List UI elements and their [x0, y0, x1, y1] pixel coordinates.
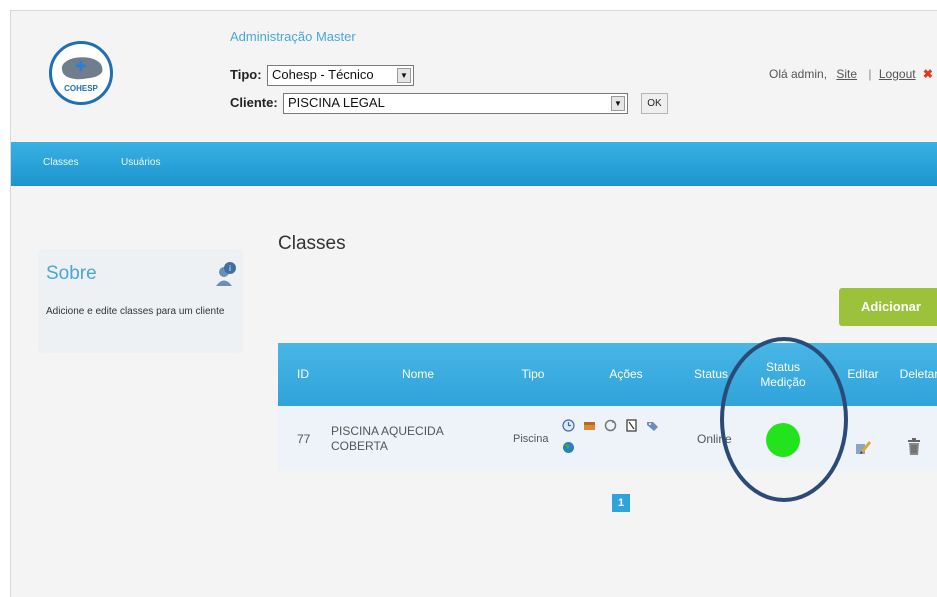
- refresh-icon[interactable]: [604, 419, 617, 432]
- user-area: Olá admin, Site | Logout ✖: [769, 67, 933, 81]
- header-id: ID: [297, 367, 309, 381]
- sobre-panel: Sobre i Adicione e edite classes para um…: [38, 249, 243, 353]
- cell-acoes: [562, 419, 672, 457]
- page-title: Classes: [278, 233, 346, 254]
- header-nome: Nome: [401, 367, 434, 381]
- separator: |: [868, 67, 872, 81]
- ok-button[interactable]: OK: [641, 93, 668, 114]
- header-deletar: Deletar: [899, 367, 937, 381]
- header-tipo: Tipo: [521, 367, 545, 381]
- tipo-select-value: Cohesp - Técnico: [272, 67, 374, 82]
- edit-pencil-icon[interactable]: [854, 438, 872, 456]
- tag-icon[interactable]: [646, 419, 659, 432]
- greeting: Olá admin,: [769, 67, 828, 81]
- nav-item-classes[interactable]: Classes: [43, 157, 79, 168]
- header: ✚ COHESP Administração Master Tipo: Cohe…: [11, 11, 937, 141]
- logo-text: COHESP: [64, 84, 98, 93]
- chevron-down-icon[interactable]: ▼: [611, 96, 625, 111]
- admin-title: Administração Master: [230, 29, 356, 44]
- nav-bar: Classes Usuários: [11, 142, 937, 186]
- cell-tipo: Piscina: [513, 432, 549, 445]
- tipo-select[interactable]: Cohesp - Técnico ▼: [267, 65, 414, 86]
- chevron-down-icon[interactable]: ▼: [397, 68, 411, 83]
- clock-icon[interactable]: [562, 419, 575, 432]
- cliente-label: Cliente:: [230, 95, 278, 110]
- nav-item-usuarios[interactable]: Usuários: [121, 157, 160, 168]
- highlight-ring: [720, 337, 848, 502]
- header-acoes: Ações: [609, 367, 643, 381]
- logout-link[interactable]: Logout: [879, 67, 916, 81]
- sobre-title: Sobre: [46, 263, 97, 284]
- globe-icon[interactable]: [562, 441, 575, 454]
- tipo-label: Tipo:: [230, 67, 262, 82]
- trash-icon[interactable]: [906, 438, 922, 456]
- cohesp-logo[interactable]: ✚ COHESP: [49, 41, 113, 105]
- cell-id: 77: [297, 431, 311, 446]
- box-icon[interactable]: [583, 419, 596, 432]
- site-link[interactable]: Site: [836, 67, 857, 81]
- app-window: ✚ COHESP Administração Master Tipo: Cohe…: [10, 10, 937, 597]
- header-editar: Editar: [847, 367, 879, 381]
- logout-icon[interactable]: ✖: [923, 67, 933, 81]
- cliente-select-value: PISCINA LEGAL: [288, 95, 385, 110]
- add-button[interactable]: Adicionar: [839, 288, 937, 326]
- cliente-select[interactable]: PISCINA LEGAL ▼: [283, 93, 628, 114]
- user-info-icon: i: [216, 262, 236, 286]
- sobre-text: Adicione e edite classes para um cliente: [46, 306, 225, 317]
- document-icon[interactable]: [625, 419, 638, 432]
- svg-text:i: i: [229, 264, 231, 273]
- cell-nome: PISCINA AQUECIDA COBERTA: [331, 423, 444, 453]
- page-number-button[interactable]: 1: [612, 494, 630, 512]
- cross-icon: ✚: [75, 59, 87, 75]
